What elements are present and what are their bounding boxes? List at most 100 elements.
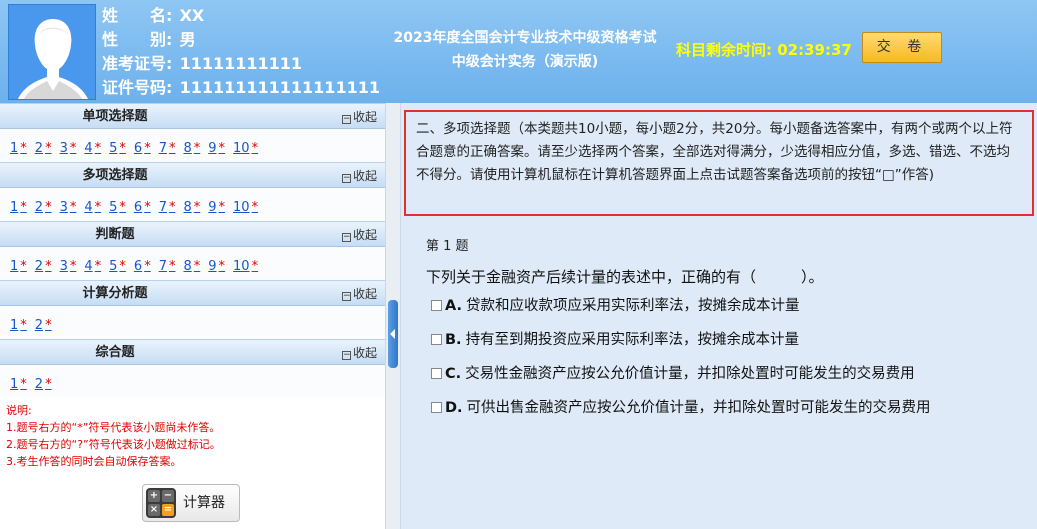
question-link[interactable]: 9 * [208,141,225,156]
timer-label: 科目剩余时间: [676,41,772,59]
question-link[interactable]: 7 * [159,141,176,156]
unanswered-mark: * [45,141,52,156]
section-header: 综合题 − 收起 [0,339,385,365]
question-link[interactable]: 1 * [10,318,27,333]
section-title: 判断题 [95,227,135,242]
question-link[interactable]: 10 * [233,200,258,215]
question-link[interactable]: 2 * [35,259,52,274]
question-link-number: 4 [84,141,93,156]
question-link-number: 1 [10,318,19,333]
question-link[interactable]: 2 * [35,200,52,215]
checkbox-icon[interactable] [431,368,442,379]
question-link-number: 4 [84,200,93,215]
option-a[interactable]: A. 贷款和应收款项应采用实际利率法，按摊余成本计量 [431,294,800,315]
unanswered-mark: * [45,377,52,392]
question-link[interactable]: 7 * [159,200,176,215]
question-link-number: 2 [34,259,44,274]
question-link[interactable]: 9 * [208,200,225,215]
question-link[interactable]: 1 * [10,200,27,215]
question-link-number: 6 [133,259,143,274]
question-link[interactable]: 1 * [10,259,27,274]
option-b[interactable]: B. 持有至到期投资应采用实际利率法，按摊余成本计量 [431,328,799,349]
unanswered-mark: * [168,200,176,215]
gender-value: 男 [179,30,196,49]
question-link[interactable]: 5 * [109,200,126,215]
panel-splitter[interactable] [385,103,401,529]
unanswered-mark: * [20,377,27,392]
section-header: 单项选择题 − 收起 [0,103,385,129]
unanswered-mark: * [69,259,77,274]
question-link[interactable]: 4 * [84,141,101,156]
unanswered-mark: * [218,200,226,215]
splitter-arrow-icon[interactable] [388,300,398,368]
checkbox-icon[interactable] [431,334,442,345]
question-link[interactable]: 6 * [134,259,151,274]
question-link[interactable]: 2 * [35,141,52,156]
unanswered-mark: * [168,141,176,156]
collapse-toggle[interactable]: − 收起 [341,281,377,307]
question-link[interactable]: 4 * [84,259,101,274]
question-link[interactable]: 8 * [183,141,200,156]
question-link-number: 1 [10,377,19,392]
question-link[interactable]: 8 * [183,259,200,274]
question-link-number: 1 [10,259,19,274]
question-link[interactable]: 7 * [159,259,176,274]
question-link[interactable]: 4 * [84,200,101,215]
notes-line-1: 1.题号右方的“*”符号代表该小题尚未作答。 [6,421,221,434]
collapse-toggle[interactable]: − 收起 [341,222,377,248]
collapse-minus-icon: − [341,114,351,124]
question-number: 第 1 题 [426,239,469,254]
avatar-silhouette-icon [9,5,95,99]
candidate-name-row: 姓 名: XX [102,4,380,28]
unanswered-mark: * [94,141,102,156]
exam-title-line2: 中级会计实务（演示版) [451,54,599,70]
collapse-minus-icon: − [341,232,351,242]
remaining-time: 科目剩余时间: 02:39:37 [676,39,852,60]
question-link[interactable]: 8 * [183,200,200,215]
unanswered-mark: * [251,259,259,274]
question-sections: 单项选择题 − 收起 1 * 2 * 3 * 4 * 5 * 6 * 7 * 8 * 9 * 10 * 多项选择题 − 收起 1 * 2… [0,103,385,398]
section-question-links: 1 * 2 * 3 * 4 * 5 * 6 * 7 * 8 * 9 * 10 * [0,129,385,162]
question-link[interactable]: 3 * [60,259,77,274]
unanswered-mark: * [144,259,151,274]
question-link[interactable]: 3 * [60,200,77,215]
checkbox-icon[interactable] [431,300,442,311]
unanswered-mark: * [144,200,151,215]
question-link[interactable]: 5 * [109,259,126,274]
question-link[interactable]: 1 * [10,377,27,392]
question-link[interactable]: 1 * [10,141,27,156]
submit-exam-button[interactable]: 交 卷 [862,32,942,63]
unanswered-mark: * [94,200,102,215]
section-header: 判断题 − 收起 [0,221,385,247]
question-link[interactable]: 2 * [35,318,52,333]
question-link[interactable]: 6 * [134,200,151,215]
question-link[interactable]: 2 * [35,377,52,392]
candidate-photo [8,4,96,100]
section-question-links: 1 * 2 * 3 * 4 * 5 * 6 * 7 * 8 * 9 * 10 * [0,247,385,280]
collapse-toggle[interactable]: − 收起 [341,163,377,189]
unanswered-mark: * [193,200,201,215]
question-link[interactable]: 6 * [134,141,151,156]
option-c[interactable]: C. 交易性金融资产应按公允价值计量，并扣除处置时可能发生的交易费用 [431,362,915,383]
notes-line-2: 2.题号右方的“?”符号代表该小题做过标记。 [6,438,221,451]
question-link-number: 10 [233,259,250,274]
collapse-label: 收起 [352,287,377,301]
question-stem: 下列关于金融资产后续计量的表述中，正确的有（ ）。 [426,268,824,286]
question-link[interactable]: 3 * [60,141,77,156]
question-link[interactable]: 10 * [233,141,258,156]
checkbox-icon[interactable] [431,402,442,413]
question-link-number: 8 [183,141,192,156]
option-letter: D. [445,400,463,416]
calculator-label: 计算器 [183,495,225,511]
question-link[interactable]: 9 * [208,259,225,274]
collapse-toggle[interactable]: − 收起 [341,104,377,130]
collapse-label: 收起 [352,346,377,360]
question-link[interactable]: 10 * [233,259,258,274]
question-link[interactable]: 5 * [109,141,126,156]
calculator-button[interactable]: + − × = 计算器 [142,484,240,522]
calculator-icon: + − × = [146,488,176,518]
option-d[interactable]: D. 可供出售金融资产应按公允价值计量，并扣除处置时可能发生的交易费用 [431,396,931,417]
question-link-number: 10 [233,200,250,215]
collapse-toggle[interactable]: − 收起 [341,340,377,366]
name-value: XX [179,6,205,25]
